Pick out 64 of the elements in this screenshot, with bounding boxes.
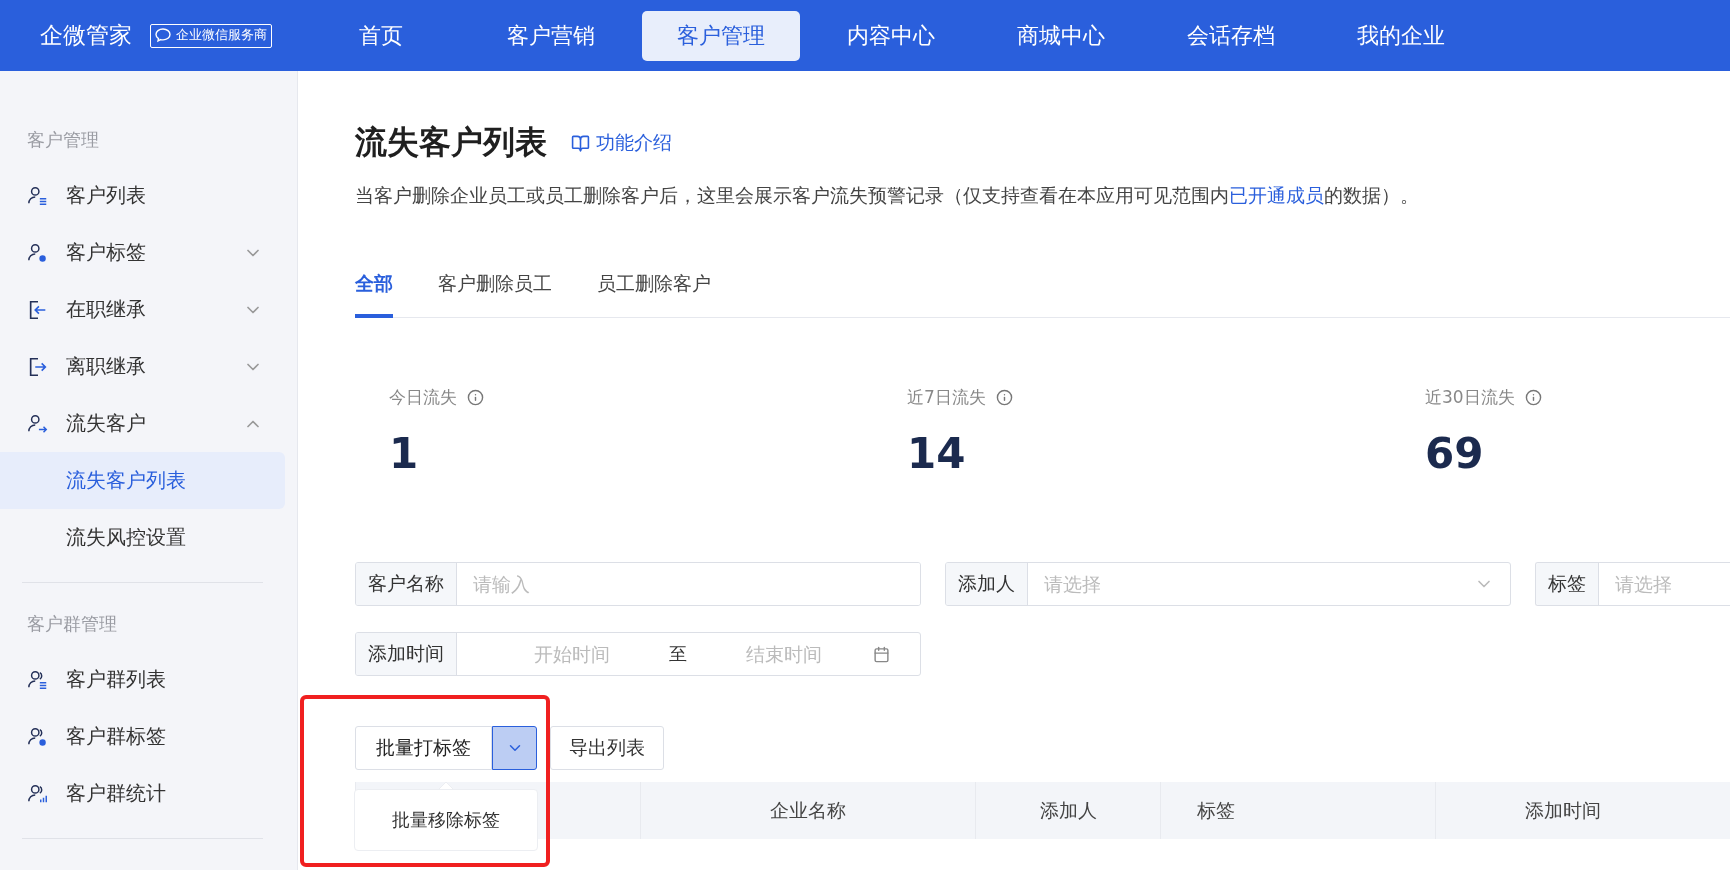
stat-value: 1: [389, 429, 420, 478]
nav-tab[interactable]: 客户管理: [642, 10, 800, 61]
sidebar-subitem[interactable]: 流失客户列表: [0, 452, 285, 509]
help-link[interactable]: 功能介绍: [596, 130, 672, 156]
field-label: 添加时间: [356, 633, 457, 675]
user-icon: [27, 412, 49, 435]
stat-value: 69: [1425, 429, 1485, 478]
user-icon: [27, 184, 49, 207]
stat-value: 14: [907, 429, 967, 478]
filter-group[interactable]: 添加人 请选择: [945, 562, 1511, 606]
info-icon: [995, 389, 1013, 406]
nav-tab[interactable]: 首页: [302, 10, 460, 61]
user-icon: [27, 241, 49, 264]
field-label: 添加人: [946, 563, 1028, 605]
field-label: 客户名称: [356, 563, 457, 605]
sidebar-subitem[interactable]: 流失风控设置: [0, 509, 285, 566]
filter-tab[interactable]: 客户删除员工: [438, 271, 552, 318]
brand-name: 企微管家: [40, 21, 132, 50]
sidebar-item[interactable]: 离职继承: [0, 338, 285, 395]
filter-tab[interactable]: 员工删除客户: [597, 271, 711, 318]
column-header: 添加人: [1039, 797, 1097, 823]
filter-group[interactable]: 标签 请选择: [1535, 562, 1730, 606]
calendar-icon: [873, 645, 890, 663]
sidebar-item[interactable]: 客户群列表: [0, 651, 285, 708]
user-group-icon: [27, 668, 49, 691]
column-header: 添加时间: [1525, 797, 1601, 823]
sidebar-item[interactable]: 客户列表: [0, 167, 285, 224]
chat-bubble-icon: [155, 27, 173, 44]
filter-group[interactable]: 客户名称 请输入: [355, 562, 921, 606]
filter-tab[interactable]: 全部: [355, 271, 393, 318]
column-header: 企业名称: [770, 797, 846, 823]
sign-out-icon: [27, 355, 49, 378]
user-group-icon: [27, 782, 49, 805]
info-icon: [467, 389, 484, 406]
sidebar-item[interactable]: 客户标签: [0, 224, 285, 281]
section-title: 客户管理: [26, 128, 100, 152]
column-header: 标签: [1197, 797, 1235, 823]
dropdown-item[interactable]: 批量移除标签: [392, 808, 500, 832]
export-button[interactable]: 导出列表: [550, 726, 664, 770]
field-label: 标签: [1536, 563, 1599, 605]
page-description: 当客户删除企业员工或员工删除客户后，这里会展示客户流失预警记录（仅支持查看在本应用可见范围内已开通成员的数据）。: [355, 183, 1420, 208]
stat-label: 今日流失: [389, 386, 907, 409]
stat-label: 近7日流失: [907, 386, 1425, 409]
sidebar-item[interactable]: 流失客户: [0, 395, 285, 452]
sidebar-item[interactable]: 客户群统计: [0, 765, 285, 822]
filter-group[interactable]: 添加时间 开始时间 至 结束时间: [355, 632, 921, 676]
dropdown-toggle-button[interactable]: [492, 726, 537, 770]
description-link[interactable]: 已开通成员: [1229, 184, 1324, 206]
info-icon: [1524, 389, 1542, 406]
sidebar-item[interactable]: 在职继承: [0, 281, 285, 338]
range-separator: 至: [669, 642, 687, 666]
batch-tag-button[interactable]: 批量打标签: [355, 726, 492, 770]
sidebar-item[interactable]: 客户群标签: [0, 708, 285, 765]
page-title: 流失客户列表: [355, 122, 547, 163]
nav-tab[interactable]: 我的企业: [1322, 10, 1480, 61]
nav-tab[interactable]: 商城中心: [982, 10, 1140, 61]
stat-label: 近30日流失: [1425, 386, 1725, 409]
user-group-icon: [27, 725, 49, 748]
nav-tab[interactable]: 会话存档: [1152, 10, 1310, 61]
section-title: 客户群管理: [26, 612, 118, 636]
badge-text: 企业微信服务商: [176, 27, 267, 44]
book-icon: [571, 133, 590, 153]
nav-tab[interactable]: 客户营销: [472, 10, 630, 61]
nav-tab[interactable]: 内容中心: [812, 10, 970, 61]
